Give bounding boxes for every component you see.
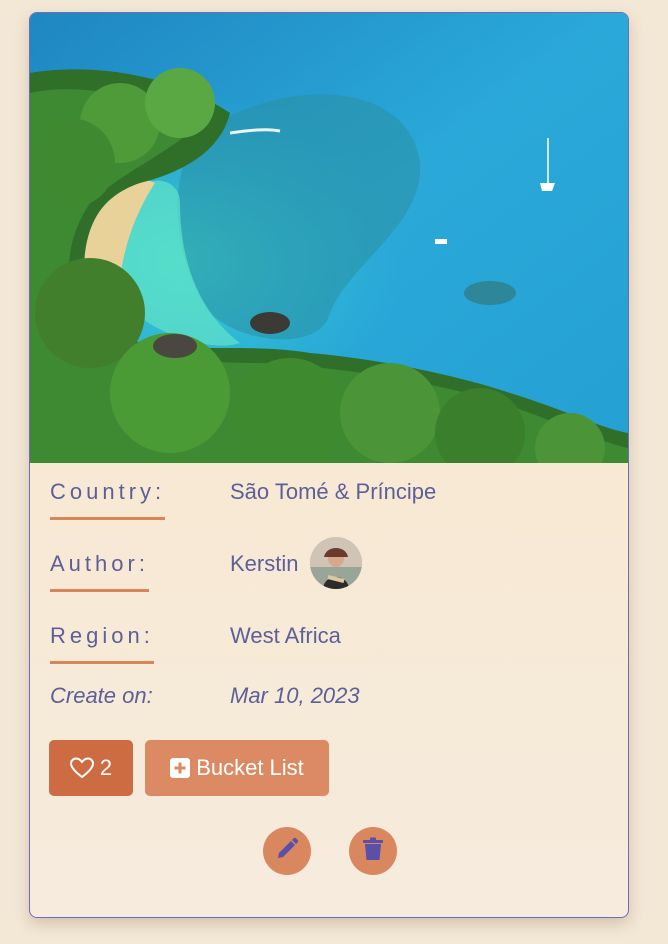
destination-card: Country: São Tomé & Príncipe Author: Ker… bbox=[29, 12, 629, 918]
region-label: Region: bbox=[50, 623, 154, 664]
region-value: West Africa bbox=[230, 623, 341, 648]
pencil-icon bbox=[275, 837, 299, 866]
destination-photo bbox=[30, 13, 628, 463]
edit-button[interactable] bbox=[263, 827, 311, 875]
bucket-list-label: Bucket List bbox=[196, 755, 304, 780]
author-avatar[interactable] bbox=[310, 537, 362, 589]
plus-square-icon bbox=[170, 758, 191, 778]
trash-icon bbox=[362, 837, 384, 866]
heart-outline-icon bbox=[69, 757, 94, 779]
bucket-list-button[interactable]: Bucket List bbox=[145, 740, 329, 796]
delete-button[interactable] bbox=[349, 827, 397, 875]
country-value: São Tomé & Príncipe bbox=[230, 479, 437, 504]
country-label: Country: bbox=[50, 479, 166, 520]
author-label: Author: bbox=[50, 551, 149, 592]
like-count: 2 bbox=[99, 755, 113, 780]
created-label: Create on: bbox=[50, 683, 153, 708]
created-value: Mar 10, 2023 bbox=[230, 683, 360, 708]
author-value[interactable]: Kerstin bbox=[230, 551, 298, 577]
like-button[interactable]: 2 bbox=[49, 740, 133, 796]
